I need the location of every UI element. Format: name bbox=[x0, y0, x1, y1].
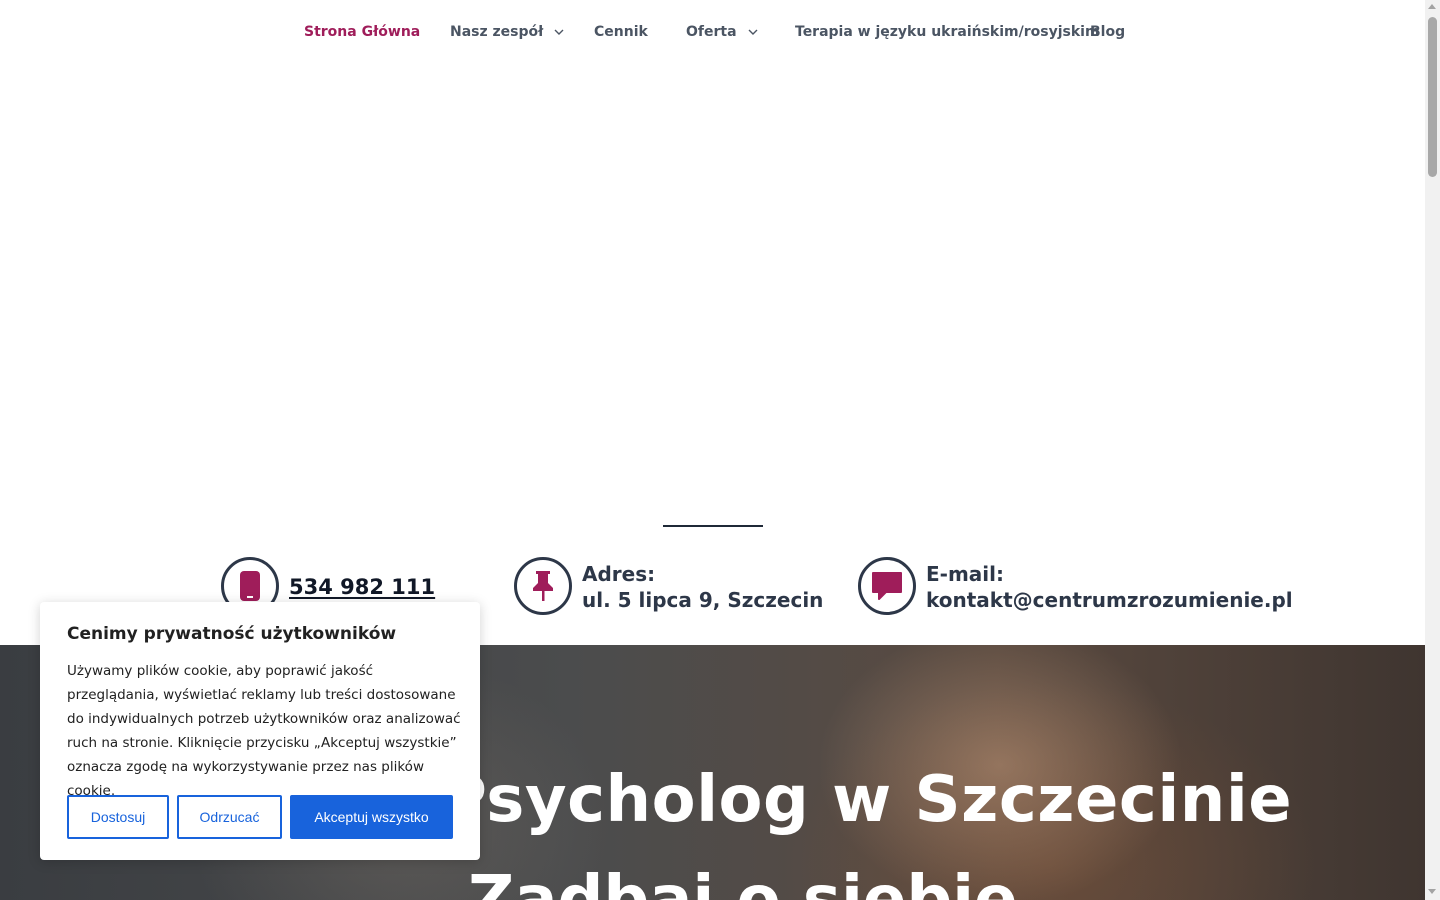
nav-item-label: Blog bbox=[1090, 24, 1126, 40]
nav-item-offer[interactable]: Oferta bbox=[686, 24, 759, 40]
accept-all-button[interactable]: Akceptuj wszystko bbox=[290, 795, 453, 839]
cookie-title: Cenimy prywatność użytkowników bbox=[67, 624, 397, 644]
contact-phone: 534 982 111 bbox=[289, 574, 435, 600]
nav-item-label: Oferta bbox=[686, 24, 737, 40]
scroll-up-arrow-icon[interactable] bbox=[1428, 4, 1436, 9]
nav-item-label: Strona Główna bbox=[304, 24, 421, 40]
hero-subtitle: Zadbaj o siebie bbox=[468, 863, 1018, 900]
reject-button[interactable]: Odrzucać bbox=[177, 795, 282, 839]
scrollbar-thumb[interactable] bbox=[1428, 17, 1437, 177]
phone-number-link[interactable]: 534 982 111 bbox=[289, 575, 435, 599]
nav-item-team[interactable]: Nasz zespół bbox=[450, 24, 565, 40]
nav-item-label: Cennik bbox=[594, 24, 648, 40]
nav-item-therapy-ukrainian-russian[interactable]: Terapia w języku ukraińskim/rosyjskim bbox=[795, 24, 1100, 40]
email-label: E-mail: bbox=[926, 562, 1005, 586]
nav-item-blog[interactable]: Blog bbox=[1090, 24, 1125, 40]
nav-item-label: Nasz zespół bbox=[450, 24, 544, 40]
speech-bubble-icon bbox=[858, 557, 916, 615]
cookie-consent-dialog: Cenimy prywatność użytkowników Używamy p… bbox=[40, 602, 480, 860]
chevron-down-icon bbox=[748, 29, 758, 35]
hero-title: Psycholog w Szczecinie bbox=[440, 763, 1293, 837]
address-label: Adres: bbox=[582, 562, 656, 586]
pushpin-icon bbox=[514, 557, 572, 615]
nav-item-label: Terapia w języku ukraińskim/rosyjskim bbox=[795, 24, 1100, 40]
scroll-down-arrow-icon[interactable] bbox=[1428, 889, 1436, 894]
nav-item-pricing[interactable]: Cennik bbox=[594, 24, 648, 40]
contact-email: E-mail: kontakt@centrumzrozumienie.pl bbox=[926, 561, 1293, 613]
contact-address: Adres: ul. 5 lipca 9, Szczecin bbox=[582, 561, 823, 613]
section-divider bbox=[663, 525, 763, 527]
main-navigation: Strona Główna Nasz zespół Cennik Oferta … bbox=[0, 0, 1425, 68]
nav-item-home[interactable]: Strona Główna bbox=[304, 24, 420, 40]
chevron-down-icon bbox=[554, 29, 564, 35]
email-value[interactable]: kontakt@centrumzrozumienie.pl bbox=[926, 587, 1293, 613]
cookie-description: Używamy plików cookie, aby poprawić jako… bbox=[67, 663, 461, 799]
address-value: ul. 5 lipca 9, Szczecin bbox=[582, 588, 824, 612]
page-scrollbar[interactable] bbox=[1425, 0, 1440, 900]
customize-button[interactable]: Dostosuj bbox=[67, 795, 169, 839]
